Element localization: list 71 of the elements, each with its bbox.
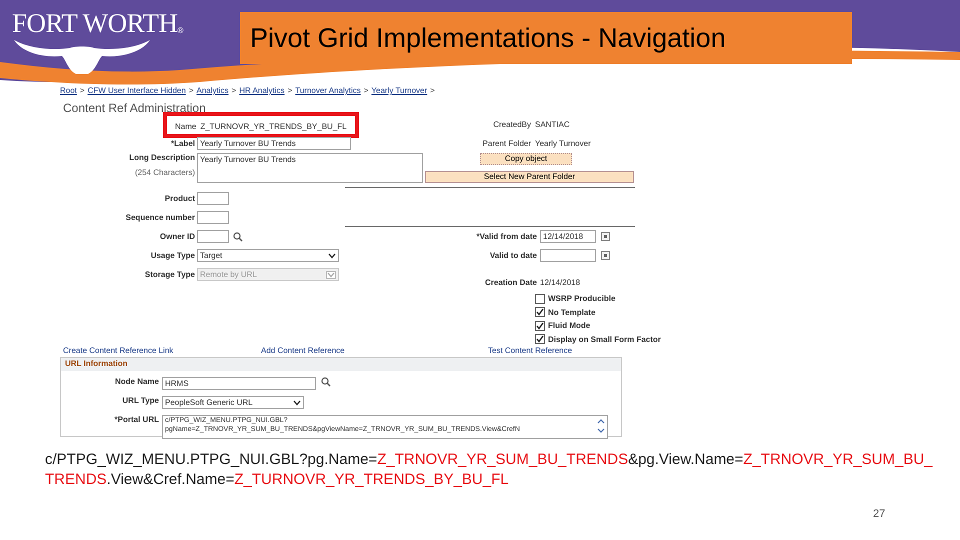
breadcrumb-separator: >	[188, 86, 194, 95]
calendar-icon[interactable]	[601, 251, 610, 260]
copy-object-button[interactable]: Copy object	[480, 153, 572, 165]
checkbox[interactable]	[535, 334, 545, 344]
field-label: Product	[164, 194, 195, 203]
checkbox-label: Fluid Mode	[548, 321, 590, 330]
field-label: Long Description	[129, 153, 195, 162]
node-name-field[interactable]: HRMS	[162, 377, 316, 390]
search-icon[interactable]	[233, 232, 243, 242]
dropdown[interactable]: Target	[197, 249, 339, 262]
checkbox[interactable]	[535, 294, 545, 304]
breadcrumb-link[interactable]: CFW User Interface Hidden	[88, 86, 186, 95]
breadcrumb-link[interactable]: HR Analytics	[239, 86, 285, 95]
breadcrumb-separator: >	[364, 86, 368, 95]
field-label: *Label	[170, 139, 195, 148]
field-value: 12/14/2018	[540, 278, 580, 287]
field-label: Owner ID	[160, 232, 195, 241]
field-hint: (254 Characters)	[134, 168, 195, 177]
chevron-down-icon	[293, 400, 301, 406]
breadcrumb-link[interactable]: Turnover Analytics	[295, 86, 361, 95]
field-value: Z_TURNOVR_YR_TRENDS_BY_BU_FL	[200, 122, 347, 133]
checkbox[interactable]	[535, 307, 545, 318]
page-heading: Content Ref Administration	[62, 100, 207, 115]
field-label: Creation Date	[484, 278, 537, 287]
checkbox-label: No Template	[548, 308, 596, 317]
action-link[interactable]: Add Content Reference	[261, 346, 488, 357]
field-label: Node Name	[114, 377, 159, 386]
action-link[interactable]: Test Content Reference	[488, 346, 572, 357]
action-link[interactable]: Create Content Reference Link	[63, 346, 261, 357]
field-label: *Portal URL	[114, 415, 159, 424]
url-caption: c/PTPG_WIZ_MENU.PTPG_NUI.GBL?pg.Name=Z_TRNOVR_YR_SUM_BU_TRENDS&pg.View.Name=Z_TRNOVR_YR_SUM_BU_TRENDS.View&Cref.Name=Z_TURNOVR_YR_TRENDS_BY_BU_FL	[45, 450, 934, 490]
field-label: *Valid from date	[476, 232, 537, 241]
field-label: Sequence number	[126, 213, 195, 222]
select-parent-folder-button[interactable]: Select New Parent Folder	[425, 171, 634, 183]
search-icon[interactable]	[321, 377, 331, 387]
field-label: CreatedBy	[492, 120, 531, 129]
checkbox-label: WSRP Producible	[548, 294, 616, 304]
breadcrumb-separator: >	[80, 86, 85, 95]
field-value: Yearly Turnover	[535, 139, 591, 148]
field-label: URL Type	[121, 396, 159, 405]
date-field[interactable]: 12/14/2018	[540, 230, 596, 243]
section-heading: URL Information	[61, 358, 621, 371]
logo-wordmark: FORT WORTH	[12, 8, 178, 38]
label-field[interactable]: Yearly Turnover BU Trends	[197, 137, 351, 150]
input-field[interactable]	[197, 192, 229, 205]
field-label: Usage Type	[150, 251, 195, 260]
field-value: SANTIAC	[535, 120, 570, 129]
checkbox[interactable]	[535, 320, 545, 331]
breadcrumb-separator: >	[288, 86, 292, 95]
input-field[interactable]	[197, 230, 229, 243]
scroll-arrows-icon	[597, 418, 605, 434]
input-field[interactable]	[197, 211, 229, 224]
field-label: Name	[175, 122, 196, 132]
chevron-down-icon	[326, 270, 336, 278]
date-field[interactable]	[540, 249, 596, 262]
field-label: Storage Type	[144, 270, 195, 279]
field-label: Parent Folder	[482, 139, 531, 148]
breadcrumb-link[interactable]: Yearly Turnover	[371, 86, 428, 95]
description-field[interactable]: Yearly Turnover BU Trends	[197, 153, 423, 183]
breadcrumb-link[interactable]: Root	[60, 86, 77, 95]
slide-title: Pivot Grid Implementations - Navigation	[240, 12, 852, 64]
chevron-down-icon	[328, 252, 336, 258]
breadcrumb-separator: >	[430, 86, 435, 95]
breadcrumb-link[interactable]: Analytics	[196, 86, 229, 95]
dropdown[interactable]: PeopleSoft Generic URL	[162, 396, 304, 409]
page-number: 27	[873, 508, 886, 520]
breadcrumb-separator: >	[232, 86, 236, 95]
calendar-icon[interactable]	[601, 232, 610, 241]
registered-mark: ®	[178, 26, 184, 35]
field-label: Valid to date	[488, 251, 537, 260]
checkbox-label: Display on Small Form Factor	[548, 334, 661, 344]
